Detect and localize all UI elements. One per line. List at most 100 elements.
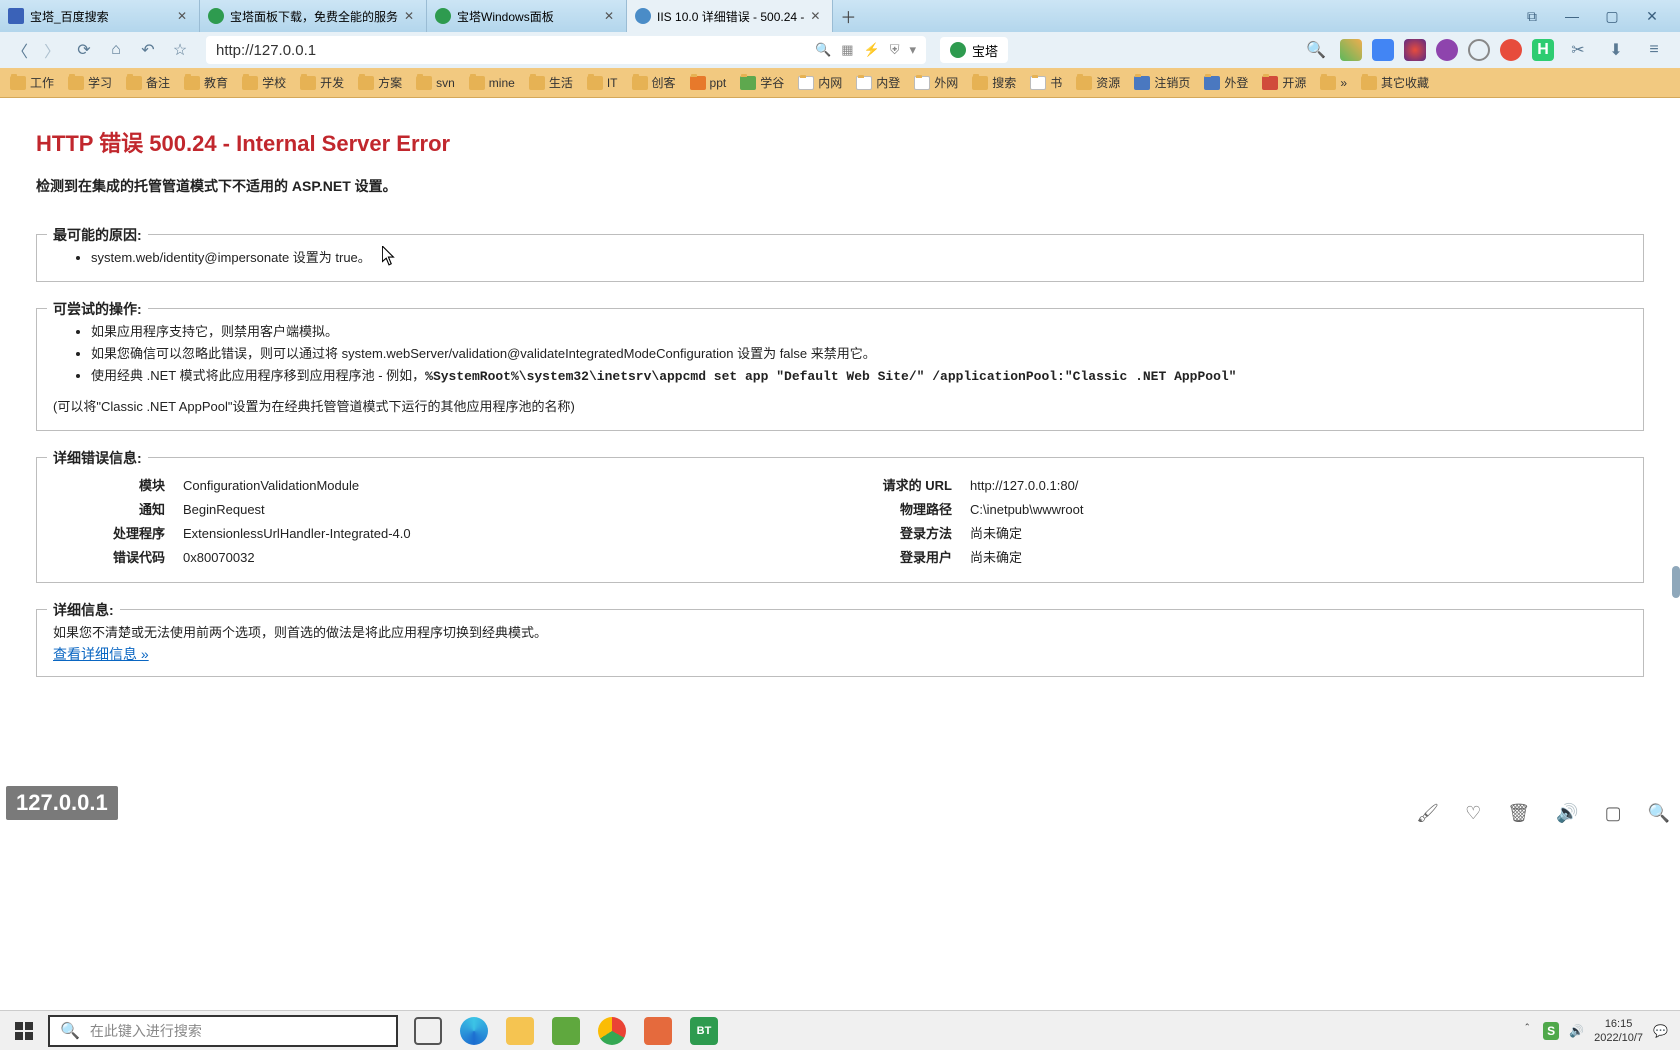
- magnify-icon[interactable]: 🔍: [1648, 803, 1670, 824]
- bookmark-item[interactable]: 教育: [178, 74, 234, 91]
- tabs-overview-icon[interactable]: ⧉: [1516, 8, 1548, 25]
- tray-volume-icon[interactable]: 🔊: [1569, 1024, 1584, 1038]
- folder-icon: [10, 76, 26, 90]
- bookmark-item[interactable]: ppt: [684, 76, 733, 90]
- bt-panel-icon[interactable]: BT: [690, 1017, 718, 1045]
- bookmark-label: mine: [489, 76, 515, 90]
- folder-icon: [469, 76, 485, 90]
- bookmark-label: »: [1340, 76, 1347, 90]
- bookmark-item[interactable]: 方案: [352, 74, 408, 91]
- back-button[interactable]: 〈: [6, 36, 34, 64]
- volume-icon[interactable]: 🔊: [1556, 803, 1578, 824]
- bookmark-item[interactable]: 学谷: [734, 74, 790, 91]
- search-engine-box[interactable]: 宝塔: [940, 37, 1008, 63]
- notifications-icon[interactable]: 💬: [1653, 1024, 1668, 1038]
- tray-ime-icon[interactable]: S: [1543, 1022, 1559, 1040]
- detail-row: 请求的 URLhttp://127.0.0.1:80/: [840, 474, 1627, 498]
- tab-2[interactable]: 宝塔Windows面板✕: [427, 0, 627, 32]
- bookmark-item[interactable]: IT: [581, 76, 624, 90]
- tray-chevron-icon[interactable]: ＾: [1521, 1022, 1533, 1039]
- tab-1[interactable]: 宝塔面板下载，免费全能的服务✕: [200, 0, 427, 32]
- close-window-icon[interactable]: ✕: [1636, 8, 1668, 25]
- bookmark-item[interactable]: 内网: [792, 74, 848, 91]
- chevron-down-icon[interactable]: ▾: [909, 42, 916, 58]
- folder-icon: [1361, 76, 1377, 90]
- bookmark-item[interactable]: 创客: [626, 74, 682, 91]
- bookmark-item[interactable]: 生活: [523, 74, 579, 91]
- ext-icon-4[interactable]: [1436, 39, 1458, 61]
- bookmark-item[interactable]: 备注: [120, 74, 176, 91]
- explorer-icon[interactable]: [506, 1017, 534, 1045]
- bookmark-item[interactable]: mine: [463, 76, 521, 90]
- chrome-icon[interactable]: [598, 1017, 626, 1045]
- taskview-icon[interactable]: [414, 1017, 442, 1045]
- trash-icon[interactable]: 🗑: [1507, 803, 1530, 824]
- close-icon[interactable]: ✕: [177, 9, 191, 23]
- url-input[interactable]: http://127.0.0.1 🔍 ▦ ⚡ ⛨ ▾: [206, 36, 926, 64]
- zoom-icon[interactable]: 🔍: [815, 42, 831, 58]
- url-text: http://127.0.0.1: [216, 42, 809, 59]
- close-icon[interactable]: ✕: [810, 9, 824, 23]
- bookmark-item[interactable]: 书: [1024, 74, 1068, 91]
- edge-icon[interactable]: [460, 1017, 488, 1045]
- download-icon[interactable]: ⬇: [1602, 36, 1630, 64]
- section-title: 最可能的原因:: [47, 225, 148, 245]
- start-button[interactable]: [0, 1011, 48, 1051]
- bookmark-label: 备注: [146, 74, 170, 91]
- bookmark-label: 学习: [88, 74, 112, 91]
- ext-icon-7[interactable]: H: [1532, 39, 1554, 61]
- tab-strip: 宝塔_百度搜索✕ 宝塔面板下载，免费全能的服务✕ 宝塔Windows面板✕ II…: [0, 0, 1504, 32]
- brush-icon[interactable]: 🖌: [1416, 803, 1439, 824]
- section-causes: 最可能的原因: system.web/identity@impersonate …: [36, 234, 1644, 282]
- bookmark-item[interactable]: 搜索: [966, 74, 1022, 91]
- ext-icon-1[interactable]: [1340, 39, 1362, 61]
- flash-icon[interactable]: ⚡: [864, 42, 880, 58]
- search-icon[interactable]: 🔍: [1302, 36, 1330, 64]
- bookmark-item[interactable]: svn: [410, 76, 461, 90]
- heart-icon[interactable]: ♡: [1465, 803, 1481, 824]
- tab-0[interactable]: 宝塔_百度搜索✕: [0, 0, 200, 32]
- bookmark-item[interactable]: 工作: [4, 74, 60, 91]
- bookmark-item[interactable]: 开源: [1256, 74, 1312, 91]
- new-tab-button[interactable]: ＋: [833, 0, 863, 32]
- cut-icon[interactable]: ✂: [1564, 36, 1592, 64]
- app-orange-icon[interactable]: [644, 1017, 672, 1045]
- bookmark-label: ppt: [710, 76, 727, 90]
- minimize-icon[interactable]: —: [1556, 8, 1588, 24]
- clock[interactable]: 16:15 2022/10/7: [1594, 1017, 1643, 1045]
- bookmark-item[interactable]: 学校: [236, 74, 292, 91]
- bookmark-item[interactable]: 外登: [1198, 74, 1254, 91]
- reload-button[interactable]: ⟳: [70, 36, 98, 64]
- video-icon[interactable]: ▢: [1605, 803, 1622, 824]
- favorite-button[interactable]: ☆: [166, 36, 194, 64]
- ext-icon-5[interactable]: [1468, 39, 1490, 61]
- favicon-icon: [208, 8, 224, 24]
- bookmark-item[interactable]: 学习: [62, 74, 118, 91]
- home-button[interactable]: ⌂: [102, 36, 130, 64]
- bookmark-item[interactable]: 注销页: [1128, 74, 1196, 91]
- qr-icon[interactable]: ▦: [841, 42, 853, 58]
- ext-icon-6[interactable]: [1500, 39, 1522, 61]
- close-icon[interactable]: ✕: [404, 9, 418, 23]
- bookmark-item[interactable]: 资源: [1070, 74, 1126, 91]
- maximize-icon[interactable]: ▢: [1596, 8, 1628, 25]
- view-details-link[interactable]: 查看详细信息 »: [53, 646, 149, 662]
- bookmark-item[interactable]: 外网: [908, 74, 964, 91]
- bookmark-item[interactable]: »: [1314, 76, 1353, 90]
- tab-3[interactable]: IIS 10.0 详细错误 - 500.24 -✕: [627, 0, 833, 32]
- address-bar: 〈 〉 ⟳ ⌂ ↶ ☆ http://127.0.0.1 🔍 ▦ ⚡ ⛨ ▾ 宝…: [0, 32, 1680, 68]
- taskbar-search[interactable]: 🔍 在此键入进行搜索: [48, 1015, 398, 1047]
- forward-button[interactable]: 〉: [38, 36, 66, 64]
- ext-icon-2[interactable]: [1372, 39, 1394, 61]
- ext-icon-3[interactable]: [1404, 39, 1426, 61]
- close-icon[interactable]: ✕: [604, 9, 618, 23]
- bookmark-item[interactable]: 开发: [294, 74, 350, 91]
- bookmark-item[interactable]: 内登: [850, 74, 906, 91]
- scrollbar-thumb[interactable]: [1672, 566, 1680, 598]
- bookmark-item[interactable]: 其它收藏: [1355, 74, 1435, 91]
- detail-value: 尚未确定: [970, 522, 1022, 546]
- menu-icon[interactable]: ≡: [1640, 36, 1668, 64]
- shield-icon[interactable]: ⛨: [890, 42, 900, 58]
- undo-nav-button[interactable]: ↶: [134, 36, 162, 64]
- app-green-icon[interactable]: [552, 1017, 580, 1045]
